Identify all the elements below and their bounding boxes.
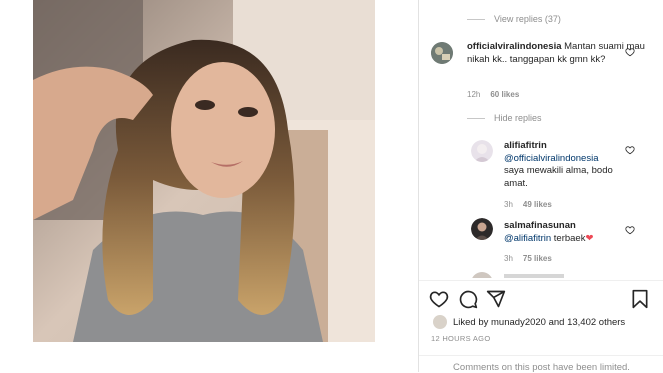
reply-username[interactable]: alifiafitrin <box>504 140 632 153</box>
comment-likes[interactable]: 60 likes <box>490 90 519 99</box>
reply-likes[interactable]: 75 likes <box>523 254 552 263</box>
reply-time: 3h <box>504 254 513 263</box>
portrait-image <box>33 0 375 342</box>
avatar[interactable] <box>431 42 453 64</box>
reply-username[interactable]: salmafinasunan <box>504 220 632 233</box>
reply-time: 3h <box>504 200 513 209</box>
comment-icon[interactable] <box>458 289 478 309</box>
bookmark-icon[interactable] <box>630 289 650 309</box>
reply-body: saya mewakili alma, bodo amat. <box>504 165 613 189</box>
share-icon[interactable] <box>486 289 506 309</box>
liked-by[interactable]: Liked by munady2020 and 13,402 others <box>432 314 625 330</box>
view-replies-label: View replies (37) <box>494 14 561 24</box>
comments-limited-notice: Comments on this post have been limited. <box>419 355 663 373</box>
like-comment-heart-icon[interactable] <box>625 47 635 57</box>
post-side-panel: View replies (37) officialviralindonesia… <box>418 0 663 373</box>
reply-meta: 3h 75 likes <box>504 254 552 263</box>
like-reply-heart-icon[interactable] <box>625 225 635 235</box>
comments-list[interactable]: View replies (37) officialviralindonesia… <box>419 0 663 278</box>
reply-meta: 3h 49 likes <box>504 200 552 209</box>
view-replies-button[interactable]: View replies (37) <box>467 14 561 24</box>
heart-icon[interactable] <box>429 289 449 309</box>
red-heart-emoji: ❤ <box>585 232 594 244</box>
reply-text: alifiafitrin @officialviralindonesia say… <box>504 140 632 190</box>
comment-username[interactable]: officialviralindonesia <box>467 41 562 52</box>
liker-avatar <box>432 314 448 330</box>
divider-line <box>467 18 485 20</box>
comment-text: officialviralindonesia Mantan suami mau … <box>467 41 645 66</box>
post-timestamp[interactable]: 12 HOURS AGO <box>431 334 490 343</box>
avatar[interactable] <box>471 140 493 162</box>
reply-text: salmafinasunan @alifiafitrin terbaek❤ <box>504 220 632 245</box>
comment-meta: 12h 60 likes <box>467 90 519 99</box>
reply-likes[interactable]: 49 likes <box>523 200 552 209</box>
liked-by-text: Liked by munady2020 and 13,402 others <box>453 316 626 328</box>
like-reply-heart-icon[interactable] <box>625 145 635 155</box>
reply-mention[interactable]: @alifiafitrin <box>504 233 551 244</box>
divider-line <box>467 117 485 119</box>
comment-time: 12h <box>467 90 481 99</box>
next-reply-clipped <box>504 274 564 278</box>
reply-mention[interactable]: @officialviralindonesia <box>504 153 632 166</box>
avatar[interactable] <box>471 272 493 278</box>
reply-body: terbaek <box>551 232 586 244</box>
hide-replies-button[interactable]: Hide replies <box>467 113 542 123</box>
hide-replies-label: Hide replies <box>494 113 542 123</box>
post-photo[interactable] <box>33 0 375 342</box>
avatar[interactable] <box>471 218 493 240</box>
